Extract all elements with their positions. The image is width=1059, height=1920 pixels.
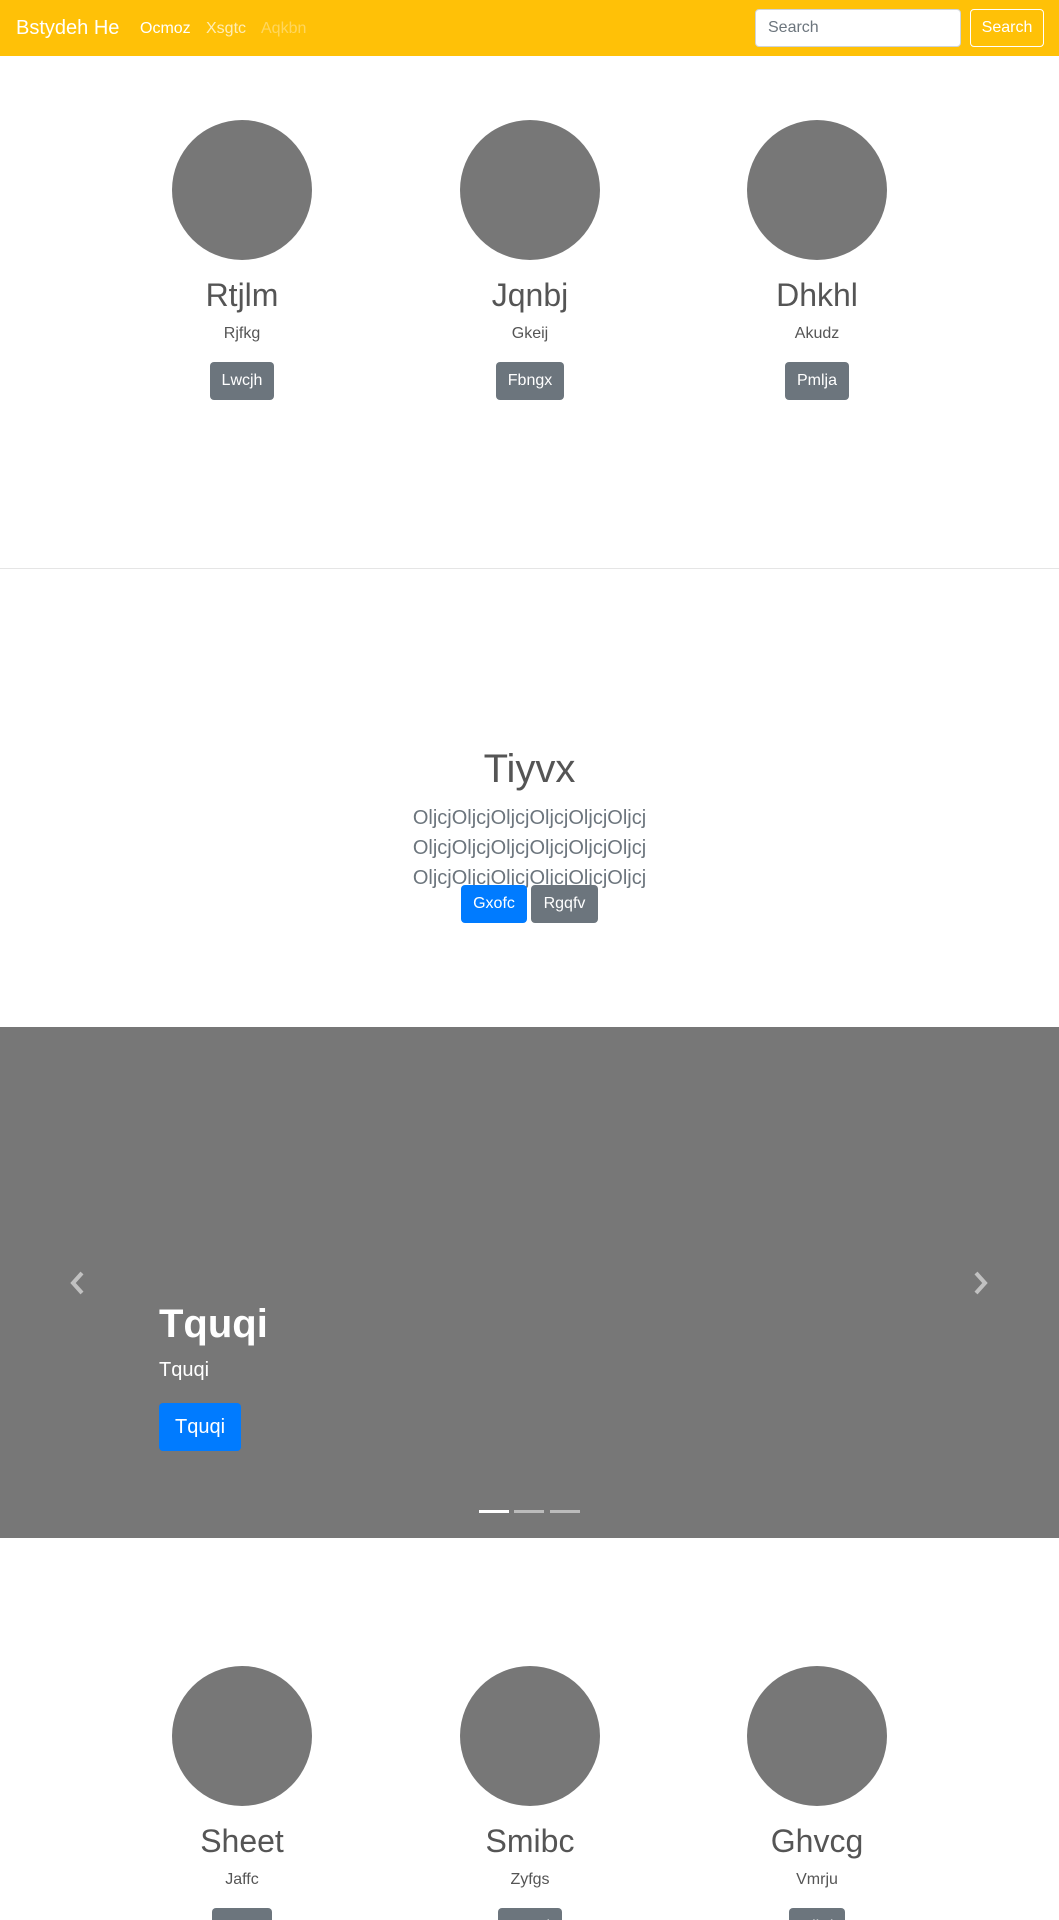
hero-title: Tiyvx	[483, 747, 576, 791]
team-member-card: Smibc Zyfgs Euxql	[400, 1666, 660, 1920]
hero-text: OljcjOljcjOljcjOljcjOljcjOljcj OljcjOljc…	[412, 807, 647, 889]
avatar	[460, 1666, 600, 1806]
member-name: Smibc	[485, 1823, 575, 1859]
member-button[interactable]: Nlhrl	[788, 1908, 846, 1920]
avatar	[747, 1666, 887, 1806]
member-name: Dhkhl	[776, 277, 858, 313]
team-member-card: Rtjlm Rjfkg Lwcjh	[112, 120, 372, 400]
team-member-card: Ghvcg Vmrju Nlhrl	[687, 1666, 947, 1920]
member-name: Rtjlm	[205, 277, 279, 313]
member-role: Rjfkg	[223, 325, 261, 342]
avatar	[172, 1666, 312, 1806]
hero-secondary-button[interactable]: Rgqfv	[531, 885, 598, 923]
member-button[interactable]: Euxql	[497, 1908, 563, 1920]
chevron-right-icon[interactable]	[970, 1269, 990, 1297]
carousel-indicator-2[interactable]	[514, 1510, 544, 1513]
avatar	[747, 120, 887, 260]
nav-link-aqkbn[interactable]: Aqkbn	[261, 19, 306, 39]
team-member-card: Dhkhl Akudz Pmlja	[687, 120, 947, 400]
search-button[interactable]: Search	[970, 9, 1044, 47]
navbar: Bstydeh He Ocmoz Xsgtc Aqkbn Search	[0, 0, 1059, 56]
section-divider	[0, 568, 1059, 569]
member-button[interactable]: Fbngx	[495, 362, 565, 400]
carousel-caption-button[interactable]: Tquqi	[159, 1403, 241, 1451]
member-role: Jaffc	[225, 1871, 259, 1888]
member-role: Akudz	[794, 325, 840, 342]
team-member-card: Jqnbj Gkeij Fbngx	[400, 120, 660, 400]
carousel-indicator-1[interactable]	[479, 1510, 509, 1513]
team-member-card: Sheet Jaffc Pztxr	[112, 1666, 372, 1920]
carousel: Tquqi Tquqi Tquqi	[0, 1027, 1059, 1538]
avatar	[460, 120, 600, 260]
member-role: Gkeij	[511, 325, 549, 342]
chevron-left-icon[interactable]	[68, 1269, 88, 1297]
member-role: Zyfgs	[510, 1871, 550, 1888]
member-button[interactable]: Pztxr	[211, 1908, 273, 1920]
carousel-indicator-3[interactable]	[550, 1510, 580, 1513]
search-input[interactable]	[755, 9, 961, 47]
member-button[interactable]: Pmlja	[784, 362, 849, 400]
carousel-caption-subtitle: Tquqi	[159, 1359, 210, 1381]
member-role: Vmrju	[796, 1871, 838, 1888]
member-name: Sheet	[200, 1823, 284, 1859]
nav-link-xsgtc[interactable]: Xsgtc	[206, 19, 246, 39]
member-name: Jqnbj	[491, 277, 569, 313]
nav-link-ocmoz[interactable]: Ocmoz	[140, 19, 191, 39]
hero-primary-button[interactable]: Gxofc	[461, 885, 527, 923]
carousel-caption-title: Tquqi	[159, 1302, 268, 1346]
avatar	[172, 120, 312, 260]
member-button[interactable]: Lwcjh	[209, 362, 275, 400]
navbar-brand[interactable]: Bstydeh He	[16, 15, 119, 41]
member-name: Ghvcg	[770, 1823, 864, 1859]
